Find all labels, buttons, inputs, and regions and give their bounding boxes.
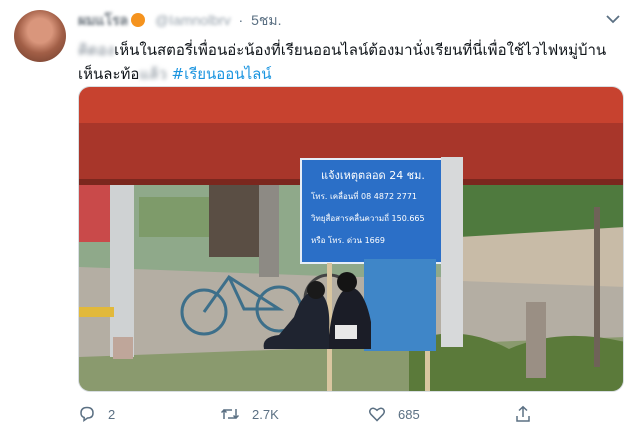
retweet-button[interactable]: 2.7K — [220, 404, 279, 424]
sign-line-2: วิทยุสื่อสารคลื่นความถี่ 150.665 — [310, 212, 424, 223]
reply-count: 2 — [108, 406, 116, 422]
sign-line-1: โทร. เคลื่อนที่ 08 4872 2771 — [311, 190, 417, 201]
avatar[interactable] — [14, 10, 66, 62]
photo-scene: แจ้งเหตุตลอด 24 ชม. โทร. เคลื่อนที่ 08 4… — [79, 87, 623, 391]
reply-icon — [80, 406, 94, 423]
tweet-time[interactable]: 5ชม. — [251, 12, 281, 28]
like-button[interactable]: 685 — [368, 404, 420, 424]
share-button[interactable] — [514, 404, 544, 424]
tweet-photo[interactable]: แจ้งเหตุตลอด 24 ชม. โทร. เคลื่อนที่ 08 4… — [78, 86, 624, 392]
orange-emoji-icon — [131, 13, 146, 27]
hashtag-link[interactable]: #เรียนออนไลน์ — [172, 65, 272, 83]
heart-icon — [369, 407, 385, 422]
chevron-down-icon[interactable] — [606, 14, 620, 24]
tweet[interactable]: ผมแโรล @Iamnolbrv · 5ชม. คิดองเห็นในสตอร… — [0, 0, 640, 429]
sign-line-3: หรือ โทร. ด่วน 1669 — [311, 235, 385, 245]
tweet-text: คิดองเห็นในสตอรี่เพื่อนอ่ะน้องที่เรียนออ… — [78, 38, 623, 86]
tweet-header: ผมแโรล @Iamnolbrv · 5ชม. — [78, 10, 620, 30]
blurred-text: คิดอง — [78, 41, 115, 59]
tweet-text-main: เห็นในสตอรี่เพื่อนอ่ะน้องที่เรียนออนไลน์… — [114, 41, 607, 59]
blurred-text-2: แล้ว — [139, 65, 167, 83]
share-icon — [516, 405, 530, 422]
reply-button[interactable]: 2 — [78, 404, 115, 424]
sign-title: แจ้งเหตุตลอด 24 ชม. — [321, 169, 425, 182]
separator-dot: · — [238, 12, 244, 28]
retweet-count: 2.7K — [252, 406, 279, 422]
user-handle[interactable]: @Iamnolbrv — [155, 12, 231, 28]
action-bar: 2 2.7K 685 — [78, 404, 624, 424]
retweet-icon — [220, 408, 240, 420]
tweet-text-line2: เห็นละท้อ — [78, 65, 140, 83]
like-count: 685 — [398, 406, 420, 422]
display-name[interactable]: ผมแโรล — [78, 12, 128, 28]
